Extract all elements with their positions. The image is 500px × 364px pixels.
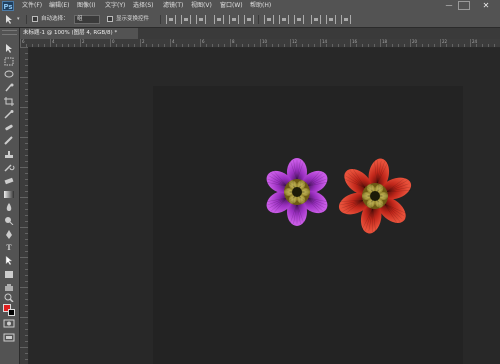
menu-file[interactable]: 文件(F) (22, 0, 42, 12)
zoom-icon[interactable] (3, 293, 15, 303)
ruler-label: 14 (322, 39, 328, 44)
distribute-bottom-icon[interactable] (294, 15, 304, 24)
move-tool-preset-icon[interactable] (4, 14, 16, 25)
close-button[interactable]: ✕ (475, 1, 497, 10)
vertical-ruler (20, 47, 29, 364)
ruler-label: 8 (232, 39, 235, 44)
distribute-left-icon[interactable] (311, 15, 321, 24)
align-right-icon[interactable] (244, 15, 254, 24)
show-transform-label: 显示变换控件 (116, 16, 150, 22)
pen-icon[interactable] (3, 230, 15, 239)
document-tab[interactable]: 未标题-1 @ 100% (图层 4, RGB/8) * (20, 28, 138, 39)
ruler-label: 10 (262, 39, 268, 44)
align-vcenter-icon[interactable] (181, 15, 191, 24)
ruler-label: 16 (352, 39, 358, 44)
menu-edit[interactable]: 编辑(E) (49, 0, 69, 12)
history-brush-icon[interactable] (3, 163, 15, 172)
ruler-label: 6 (22, 39, 25, 44)
ruler-label: 22 (442, 39, 448, 44)
ruler-label: 2 (82, 39, 85, 44)
menu-image[interactable]: 图像(I) (77, 0, 95, 12)
horizontal-ruler: 64202468101214161820222426 (20, 39, 500, 48)
document-canvas[interactable] (153, 86, 463, 364)
divider (258, 15, 259, 24)
distribute-top-icon[interactable] (264, 15, 274, 24)
ruler-label: 20 (412, 39, 418, 44)
menu-window[interactable]: 窗口(W) (220, 0, 243, 12)
ruler-label: 0 (112, 39, 115, 44)
minimize-button[interactable]: — (443, 1, 455, 10)
blur-icon[interactable] (3, 203, 15, 212)
clone-stamp-icon[interactable] (3, 150, 15, 159)
align-hcenter-icon[interactable] (229, 15, 239, 24)
menu-help[interactable]: 帮助(H) (250, 0, 271, 12)
dodge-icon[interactable] (3, 216, 15, 226)
artwork (265, 158, 412, 234)
gradient-icon[interactable] (3, 190, 15, 199)
menu-view[interactable]: 视图(V) (191, 0, 212, 12)
auto-select-checkbox[interactable] (32, 16, 38, 22)
ruler-label: 24 (472, 39, 478, 44)
type-icon[interactable]: T (3, 243, 15, 252)
background-color-swatch[interactable] (8, 309, 15, 316)
menu-type[interactable]: 文字(Y) (105, 0, 125, 12)
ruler-label: 12 (292, 39, 298, 44)
shape-icon[interactable] (3, 270, 15, 279)
red-flower (338, 158, 412, 234)
align-top-icon[interactable] (166, 15, 176, 24)
marquee-icon[interactable] (3, 57, 15, 66)
crop-icon[interactable] (3, 97, 15, 106)
show-transform-checkbox[interactable] (107, 16, 113, 22)
healing-icon[interactable] (3, 123, 15, 132)
divider (26, 15, 27, 24)
align-left-icon[interactable] (214, 15, 224, 24)
menu-select[interactable]: 选择(S) (133, 0, 154, 12)
divider (160, 15, 161, 24)
auto-select-value: 组 (77, 16, 83, 22)
purple-flower (265, 158, 329, 226)
auto-select-dropdown[interactable]: 组 (74, 15, 100, 24)
eyedropper-icon[interactable] (3, 110, 15, 119)
ruler-label: 18 (382, 39, 388, 44)
hand-icon[interactable] (3, 283, 15, 292)
distribute-right-icon[interactable] (341, 15, 351, 24)
maximize-button[interactable] (458, 1, 470, 10)
menu-filter[interactable]: 滤镜(T) (163, 0, 183, 12)
move-icon[interactable] (3, 44, 15, 53)
eraser-icon[interactable] (3, 176, 15, 185)
quick-select-icon[interactable] (3, 83, 15, 92)
distribute-hcenter-icon[interactable] (326, 15, 336, 24)
app-logo: Ps (2, 1, 14, 11)
ruler-ticks (20, 39, 495, 47)
quick-mask-icon[interactable] (3, 319, 15, 328)
align-bottom-icon[interactable] (196, 15, 206, 24)
brush-icon[interactable] (3, 136, 15, 145)
distribute-vcenter-icon[interactable] (279, 15, 289, 24)
ruler-label: 6 (202, 39, 205, 44)
lasso-icon[interactable] (3, 70, 15, 79)
ruler-label: 2 (142, 39, 145, 44)
chevron-down-icon[interactable]: ▾ (17, 16, 20, 22)
ruler-ticks-vertical (20, 47, 28, 360)
auto-select-label: 自动选择： (41, 16, 69, 22)
path-select-icon[interactable] (3, 255, 15, 266)
toolbox-grip[interactable] (2, 30, 17, 35)
screen-mode-icon[interactable] (3, 333, 15, 342)
ruler-label: 4 (52, 39, 55, 44)
ruler-label: 4 (172, 39, 175, 44)
